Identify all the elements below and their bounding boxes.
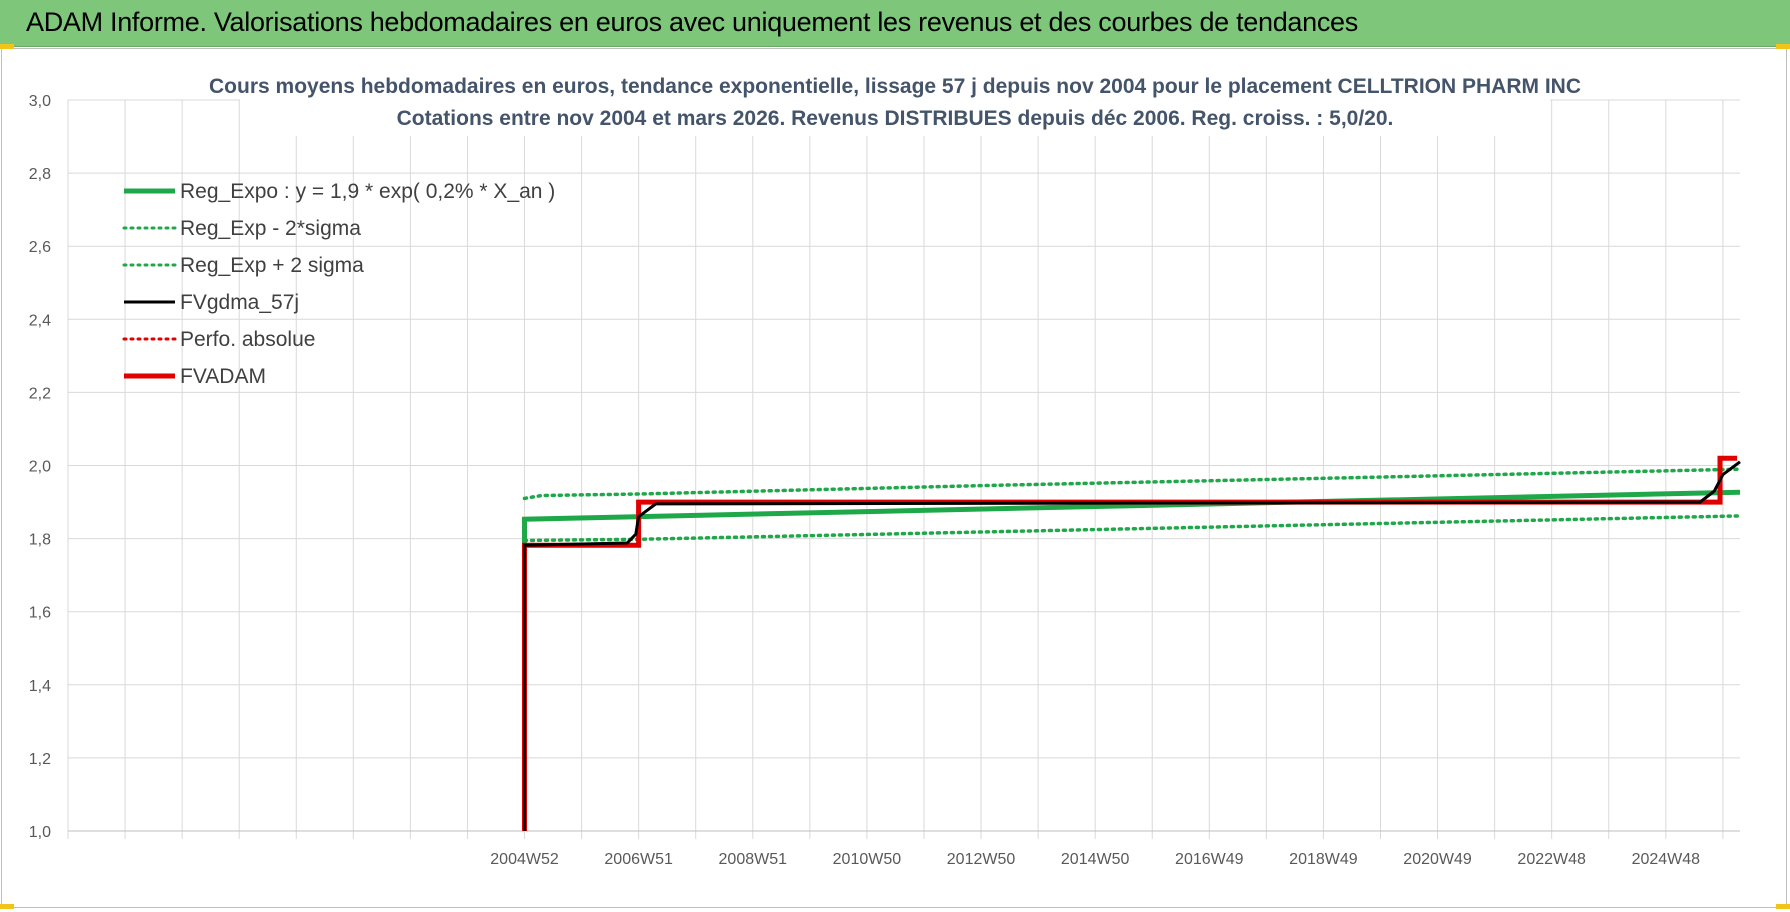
x-axis: 2004W52 2006W51 2008W51 2010W50 2012W50 2014W… (490, 851, 1700, 868)
legend-label: FVADAM (180, 365, 266, 388)
x-tick-label: 2012W50 (947, 851, 1016, 868)
y-tick-label: 1,4 (29, 678, 51, 695)
x-tick-label: 2008W51 (719, 851, 788, 868)
y-tick-label: 1,0 (29, 824, 51, 841)
legend-label: Perfo. absolue (180, 328, 315, 351)
chart-title-box: Cours moyens hebdomadaires en euros, ten… (209, 68, 1581, 136)
x-tick-label: 2018W49 (1289, 851, 1358, 868)
series-line-1 (522, 514, 1742, 543)
y-axis: 1,0 1,2 1,4 1,6 1,8 2,0 2,2 2,4 2,6 2,8 3,0 (29, 93, 51, 841)
x-tick-label: 2014W50 (1061, 851, 1130, 868)
legend-label: Reg_Exp + 2 sigma (180, 254, 364, 277)
series-line-0 (522, 489, 1741, 831)
legend: Reg_Expo : y = 1,9 * exp( 0,2% * X_an ) R… (122, 180, 555, 388)
y-tick-label: 2,4 (29, 312, 51, 329)
y-tick-label: 2,0 (29, 459, 51, 476)
y-tick-label: 1,8 (29, 532, 51, 549)
y-tick-label: 2,6 (29, 239, 51, 256)
x-tick-label: 2016W49 (1175, 851, 1244, 868)
x-tick-label: 2006W51 (604, 851, 673, 868)
x-tick-label: 2020W49 (1403, 851, 1472, 868)
y-tick-label: 1,2 (29, 751, 51, 768)
legend-label: FVgdma_57j (180, 291, 299, 314)
y-tick-label: 2,2 (29, 385, 51, 402)
chart-svg: 1,0 1,2 1,4 1,6 1,8 2,0 2,2 2,4 2,6 2,8 3,0 2004W5… (29, 68, 1742, 868)
legend-label: Reg_Exp - 2*sigma (180, 217, 361, 240)
series-layer (522, 455, 1742, 831)
x-tick-label: 2004W52 (490, 851, 559, 868)
x-tick-label: 2010W50 (833, 851, 902, 868)
y-tick-label: 2,8 (29, 166, 51, 183)
chart-title-line1: Cours moyens hebdomadaires en euros, ten… (209, 75, 1581, 98)
chart-title-line2: Cotations entre nov 2004 et mars 2026. R… (397, 107, 1394, 130)
grid-layer (67, 99, 1740, 839)
legend-label: Reg_Expo : y = 1,9 * exp( 0,2% * X_an ) (180, 180, 555, 203)
y-tick-label: 1,6 (29, 605, 51, 622)
y-tick-label: 3,0 (29, 93, 51, 110)
x-tick-label: 2024W48 (1632, 851, 1701, 868)
x-tick-label: 2022W48 (1517, 851, 1586, 868)
